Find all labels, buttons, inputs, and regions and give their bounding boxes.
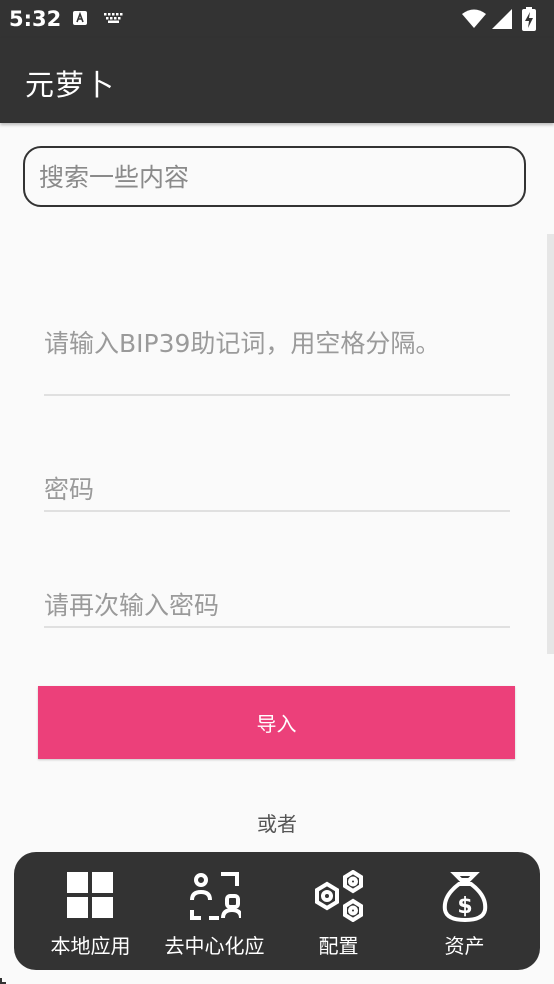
confirm-password-field[interactable] <box>44 586 510 628</box>
import-button[interactable]: 导入 <box>38 686 515 759</box>
nav-item-assets[interactable]: $ 资产 <box>402 852 527 970</box>
or-divider-text: 或者 <box>257 812 297 836</box>
status-right <box>462 7 542 31</box>
corner-mark <box>0 978 6 984</box>
nav-label-config: 配置 <box>318 934 359 958</box>
confirm-password-input[interactable] <box>44 586 510 624</box>
nav-item-decentralized[interactable]: 去中心化应 <box>152 852 277 970</box>
mnemonic-field[interactable] <box>44 318 510 396</box>
signal-icon <box>492 9 512 29</box>
app-title: 元萝卜 <box>25 68 116 102</box>
search-input[interactable] <box>37 156 511 198</box>
password-field[interactable] <box>44 470 510 512</box>
keyboard-icon <box>104 13 123 23</box>
bottom-nav: 本地应用 去中心化应 配置 $ 资产 <box>14 852 540 970</box>
nav-label-assets: 资产 <box>444 934 485 958</box>
search-box[interactable] <box>23 146 526 207</box>
status-bar: 5:32 <box>0 0 554 38</box>
nav-label-local-apps: 本地应用 <box>50 934 131 958</box>
nav-label-decentralized: 去中心化应 <box>164 934 265 958</box>
hexagon-nuts-icon <box>315 870 363 922</box>
nav-item-local-apps[interactable]: 本地应用 <box>28 852 153 970</box>
app-bar: 元萝卜 <box>0 38 554 123</box>
decentralized-people-icon <box>190 872 241 920</box>
scrollbar[interactable] <box>547 234 554 654</box>
svg-text:$: $ <box>457 894 472 919</box>
status-time: 5:32 <box>9 7 62 31</box>
money-bag-icon: $ <box>442 872 488 922</box>
wifi-icon <box>462 9 486 28</box>
battery-icon <box>522 7 536 31</box>
nav-item-config[interactable]: 配置 <box>276 852 401 970</box>
password-input[interactable] <box>44 470 510 508</box>
text-a-icon <box>73 11 87 25</box>
grid-icon <box>67 872 113 918</box>
mnemonic-input[interactable] <box>44 318 510 368</box>
